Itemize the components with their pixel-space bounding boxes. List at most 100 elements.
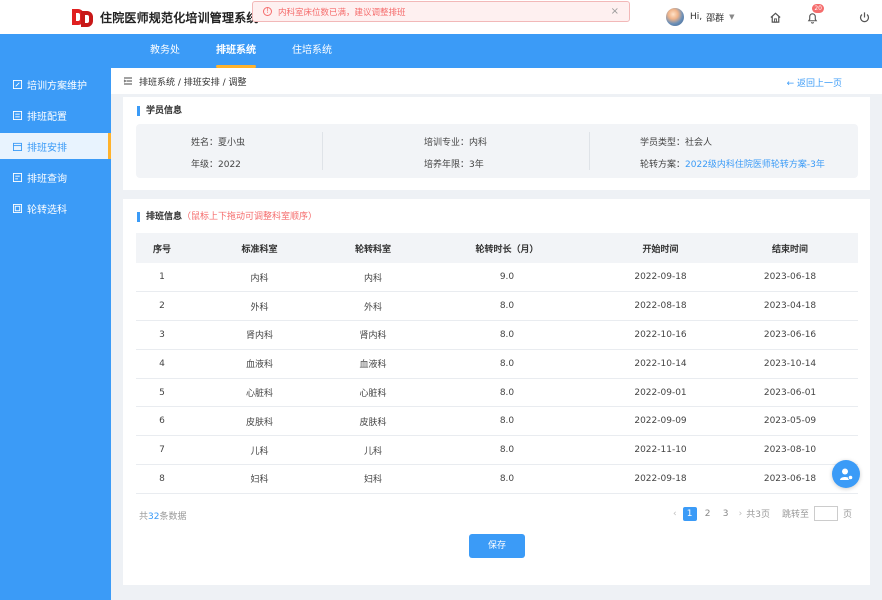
- sidebar-item-rotation-select[interactable]: 轮转选科: [0, 195, 111, 221]
- cell-start: 2022-09-09: [599, 406, 722, 437]
- next-page-button[interactable]: ›: [739, 509, 743, 519]
- cell-rot-dept: 内科: [331, 263, 415, 293]
- pagination: ‹ 1 2 3 › 共3页 跳转至 页: [669, 506, 852, 521]
- breadcrumb-path: 排班系统 / 排班安排 / 调整: [139, 77, 247, 88]
- app-title: 住院医师规范化培训管理系统: [100, 10, 259, 25]
- total-suffix: 条数据: [159, 512, 187, 522]
- main-nav: 教务处 排班系统 住培系统: [0, 34, 882, 68]
- schedule-card: 排班信息（鼠标上下拖动可调整科室顺序） 序号 标准科室 轮转科室 轮转时长（月）…: [123, 199, 870, 585]
- cell-duration: 8.0: [415, 320, 599, 350]
- table-row[interactable]: 3 肾内科 肾内科 8.0 2022-10-16 2023-06-16: [136, 320, 858, 350]
- cell-duration: 8.0: [415, 291, 599, 322]
- plan-link[interactable]: 2022级内科住院医师轮转方案-3年: [685, 160, 825, 170]
- cell-start: 2022-09-18: [599, 464, 722, 494]
- page-button[interactable]: 3: [719, 507, 733, 521]
- student-type: 学员类型：社会人: [640, 138, 713, 148]
- col-header-duration: 轮转时长（月）: [415, 233, 599, 263]
- avatar[interactable]: [666, 8, 684, 26]
- table-row[interactable]: 8 妇科 妇科 8.0 2022-09-18 2023-06-18: [136, 464, 858, 494]
- cell-rot-dept: 皮肤科: [331, 406, 415, 437]
- sidebar-item-label: 轮转选科: [27, 204, 67, 216]
- student-info-card: 学员信息 姓名：夏小虫 年级：2022 培训专业：内科 培养年限：3年 学员类型…: [123, 97, 870, 190]
- table-row[interactable]: 1 内科 内科 9.0 2022-09-18 2023-06-18: [136, 263, 858, 293]
- plan-label: 轮转方案：: [640, 160, 686, 170]
- table-row[interactable]: 5 心脏科 心脏科 8.0 2022-09-01 2023-06-01: [136, 378, 858, 408]
- total-number: 32: [148, 512, 160, 522]
- cell-rot-dept: 儿科: [331, 435, 415, 466]
- customer-service-button[interactable]: [832, 460, 860, 488]
- table-row[interactable]: 6 皮肤科 皮肤科 8.0 2022-09-09 2023-05-09: [136, 406, 858, 437]
- sidebar-item-label: 排班安排: [27, 142, 67, 154]
- user-menu[interactable]: Hi, 邵群 ▼: [666, 8, 735, 26]
- cell-std-dept: 妇科: [188, 464, 331, 494]
- close-icon[interactable]: ×: [611, 6, 619, 17]
- cell-duration: 8.0: [415, 406, 599, 437]
- col-header-rot-dept: 轮转科室: [331, 233, 415, 263]
- cell-std-dept: 血液科: [188, 349, 331, 379]
- save-button[interactable]: 保存: [469, 534, 525, 558]
- schedule-title: 排班信息: [146, 212, 183, 222]
- cell-index: 3: [136, 320, 188, 350]
- col-header-index: 序号: [136, 233, 188, 263]
- sidebar-item-label: 排班查询: [27, 173, 67, 185]
- user-support-icon: [840, 468, 854, 481]
- prev-page-button[interactable]: ‹: [673, 509, 677, 519]
- total-count: 共32条数据: [139, 509, 186, 522]
- col-header-end: 结束时间: [722, 233, 858, 263]
- cell-std-dept: 内科: [188, 263, 331, 293]
- query-icon: [12, 172, 22, 182]
- schedule-table: 序号 标准科室 轮转科室 轮转时长（月） 开始时间 结束时间 1 内科 内科 9.0 2…: [136, 233, 858, 494]
- tab-jiaowuchu[interactable]: 教务处: [140, 34, 190, 68]
- cell-std-dept: 皮肤科: [188, 406, 331, 437]
- jump-suffix: 页: [842, 510, 852, 520]
- cell-index: 5: [136, 378, 188, 408]
- sidebar-item-schedule-arrange[interactable]: 排班安排: [0, 133, 111, 159]
- cell-rot-dept: 肾内科: [331, 320, 415, 350]
- tab-zhupei[interactable]: 住培系统: [286, 34, 338, 68]
- bell-icon[interactable]: 20: [803, 4, 824, 26]
- tab-paiban[interactable]: 排班系统: [208, 34, 264, 68]
- cell-rot-dept: 血液科: [331, 349, 415, 379]
- cell-end: 2023-05-09: [722, 406, 858, 437]
- cell-index: 6: [136, 406, 188, 437]
- cell-start: 2022-08-18: [599, 291, 722, 322]
- cell-rot-dept: 外科: [331, 291, 415, 322]
- home-icon[interactable]: [766, 8, 784, 26]
- user-name: 邵群: [706, 13, 725, 24]
- cell-start: 2022-11-10: [599, 435, 722, 466]
- page-jump-input[interactable]: [813, 506, 838, 521]
- menu-fold-icon[interactable]: [123, 76, 133, 86]
- back-link[interactable]: ← 返回上一页: [787, 76, 842, 89]
- cell-index: 2: [136, 291, 188, 322]
- table-row[interactable]: 4 血液科 血液科 8.0 2022-10-14 2023-10-14: [136, 349, 858, 379]
- cell-std-dept: 外科: [188, 291, 331, 322]
- page-button[interactable]: 1: [682, 506, 697, 521]
- sidebar-item-training-plan[interactable]: 培训方案维护: [0, 71, 111, 97]
- section-title-student: 学员信息: [137, 106, 182, 116]
- cell-index: 7: [136, 435, 188, 466]
- chevron-down-icon[interactable]: ▼: [729, 13, 734, 21]
- cell-rot-dept: 妇科: [331, 464, 415, 494]
- table-row[interactable]: 2 外科 外科 8.0 2022-08-18 2023-04-18: [136, 291, 858, 322]
- sidebar-item-schedule-query[interactable]: 排班查询: [0, 164, 111, 190]
- cell-index: 4: [136, 349, 188, 379]
- cell-std-dept: 儿科: [188, 435, 331, 466]
- breadcrumb: 排班系统 / 排班安排 / 调整 ← 返回上一页: [111, 68, 882, 94]
- sidebar-item-label: 培训方案维护: [27, 80, 87, 92]
- student-years: 培养年限：3年: [424, 160, 484, 170]
- cell-start: 2022-09-01: [599, 378, 722, 408]
- cell-duration: 9.0: [415, 263, 599, 293]
- user-greeting: Hi,: [690, 12, 703, 22]
- sidebar-item-schedule-config[interactable]: 排班配置: [0, 102, 111, 128]
- power-icon[interactable]: [855, 8, 873, 26]
- student-name: 姓名：夏小虫: [191, 138, 246, 148]
- student-plan: 轮转方案：2022级内科住院医师轮转方案-3年: [640, 157, 825, 170]
- warning-alert: ! 内科室床位数已满，建议调整排班 ×: [252, 1, 630, 22]
- cell-end: 2023-10-14: [722, 349, 858, 379]
- cell-index: 8: [136, 464, 188, 494]
- table-row[interactable]: 7 儿科 儿科 8.0 2022-11-10 2023-08-10: [136, 435, 858, 466]
- student-major: 培训专业：内科: [424, 138, 488, 148]
- edit-icon: [12, 79, 22, 89]
- page-button[interactable]: 2: [701, 507, 715, 521]
- cell-end: 2023-08-10: [722, 435, 858, 466]
